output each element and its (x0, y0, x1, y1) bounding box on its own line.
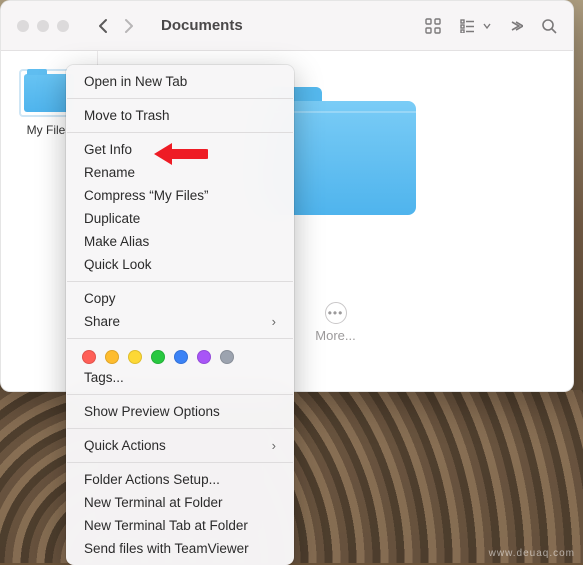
menu-show-preview-options[interactable]: Show Preview Options (66, 400, 294, 423)
menu-separator (67, 428, 293, 429)
menu-label: Copy (84, 291, 116, 306)
menu-label: Tags... (84, 370, 124, 385)
preview-more-label: More... (315, 328, 355, 343)
window-title: Documents (161, 17, 243, 34)
nav-buttons (93, 15, 139, 37)
menu-label: Rename (84, 165, 135, 180)
toolbar-right (424, 17, 557, 35)
menu-label: Quick Look (84, 257, 152, 272)
menu-tags[interactable]: Tags... (66, 366, 294, 389)
tag-yellow[interactable] (128, 350, 142, 364)
tag-gray[interactable] (220, 350, 234, 364)
menu-new-terminal-at-folder[interactable]: New Terminal at Folder (66, 491, 294, 514)
menu-compress[interactable]: Compress “My Files” (66, 184, 294, 207)
menu-label: Quick Actions (84, 438, 166, 453)
minimize-window-button[interactable] (37, 20, 49, 32)
menu-quick-look[interactable]: Quick Look (66, 253, 294, 276)
menu-quick-actions[interactable]: Quick Actions › (66, 434, 294, 457)
traffic-lights (17, 20, 69, 32)
menu-label: Send files with TeamViewer (84, 541, 249, 556)
menu-separator (67, 338, 293, 339)
menu-separator (67, 98, 293, 99)
menu-label: Show Preview Options (84, 404, 220, 419)
menu-new-terminal-tab-at-folder[interactable]: New Terminal Tab at Folder (66, 514, 294, 537)
back-button[interactable] (93, 15, 115, 37)
zoom-window-button[interactable] (57, 20, 69, 32)
tag-red[interactable] (82, 350, 96, 364)
menu-share[interactable]: Share › (66, 310, 294, 333)
menu-make-alias[interactable]: Make Alias (66, 230, 294, 253)
menu-label: Compress “My Files” (84, 188, 209, 203)
menu-open-new-tab[interactable]: Open in New Tab (66, 70, 294, 93)
menu-rename[interactable]: Rename (66, 161, 294, 184)
menu-separator (67, 394, 293, 395)
menu-separator (67, 132, 293, 133)
ellipsis-icon: ••• (325, 302, 347, 324)
menu-send-with-teamviewer[interactable]: Send files with TeamViewer (66, 537, 294, 560)
preview-more[interactable]: ••• More... (315, 302, 355, 343)
tag-blue[interactable] (174, 350, 188, 364)
search-button[interactable] (541, 18, 557, 34)
menu-label: New Terminal at Folder (84, 495, 223, 510)
chevron-down-icon (483, 22, 491, 30)
menu-label: Make Alias (84, 234, 149, 249)
icon-view-button[interactable] (424, 17, 442, 35)
menu-label: Folder Actions Setup... (84, 472, 220, 487)
menu-separator (67, 281, 293, 282)
more-toolbar-button[interactable] (509, 20, 523, 32)
menu-duplicate[interactable]: Duplicate (66, 207, 294, 230)
menu-get-info[interactable]: Get Info (66, 138, 294, 161)
forward-button[interactable] (117, 15, 139, 37)
menu-copy[interactable]: Copy (66, 287, 294, 310)
titlebar: Documents (1, 1, 573, 51)
tag-purple[interactable] (197, 350, 211, 364)
chevron-right-icon: › (272, 438, 276, 453)
group-button[interactable] (460, 19, 491, 33)
menu-label: New Terminal Tab at Folder (84, 518, 248, 533)
menu-label: Open in New Tab (84, 74, 187, 89)
menu-folder-actions-setup[interactable]: Folder Actions Setup... (66, 468, 294, 491)
tag-orange[interactable] (105, 350, 119, 364)
menu-label: Move to Trash (84, 108, 170, 123)
menu-move-to-trash[interactable]: Move to Trash (66, 104, 294, 127)
watermark: www.deuaq.com (489, 548, 575, 559)
tag-color-row (66, 344, 294, 366)
chevron-right-icon: › (272, 314, 276, 329)
context-menu: Open in New Tab Move to Trash Get Info R… (66, 65, 294, 565)
tag-green[interactable] (151, 350, 165, 364)
menu-separator (67, 462, 293, 463)
menu-label: Share (84, 314, 120, 329)
menu-label: Get Info (84, 142, 132, 157)
close-window-button[interactable] (17, 20, 29, 32)
menu-label: Duplicate (84, 211, 140, 226)
